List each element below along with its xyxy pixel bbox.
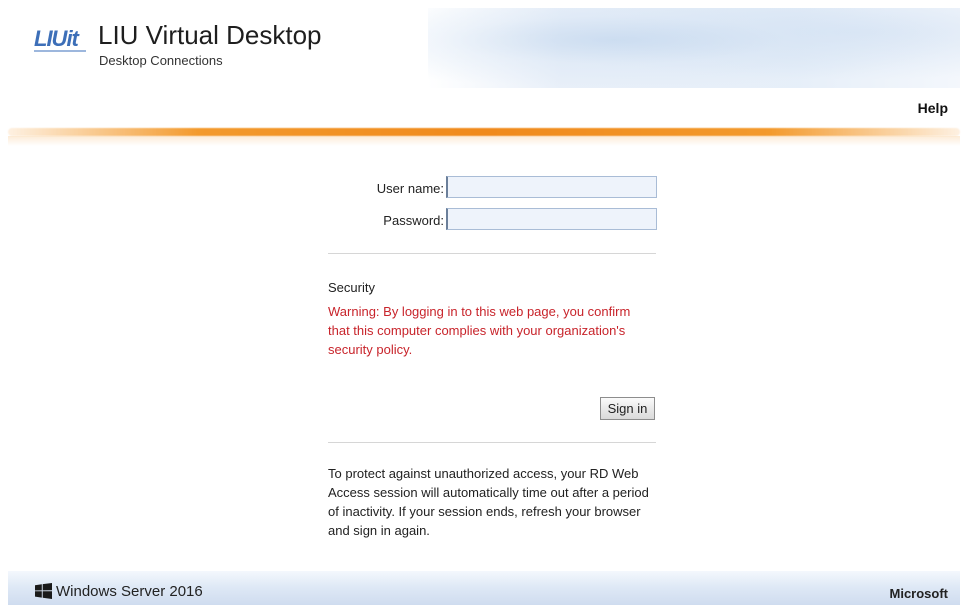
password-input[interactable] xyxy=(446,208,657,230)
vendor-name: Microsoft xyxy=(889,586,949,601)
page-title: LIU Virtual Desktop xyxy=(98,20,322,50)
sign-in-button[interactable]: Sign in xyxy=(600,397,655,420)
form-divider-bottom xyxy=(328,442,656,443)
username-label: User name: xyxy=(376,181,444,196)
timeout-info: To protect against unauthorized access, … xyxy=(328,466,649,538)
help-link[interactable]: Help xyxy=(918,100,948,116)
header: LIUit LIU Virtual Desktop Desktop Connec… xyxy=(8,8,960,134)
logo-underline xyxy=(34,50,86,52)
page-subtitle: Desktop Connections xyxy=(99,53,223,68)
logo-text: LIUit xyxy=(34,26,79,51)
footer: Windows Server 2016 Microsoft xyxy=(8,571,960,605)
username-input[interactable] xyxy=(446,176,657,198)
header-divider-glow xyxy=(8,136,960,146)
liuit-logo: LIUit xyxy=(34,26,88,52)
password-label: Password: xyxy=(383,213,444,228)
rd-web-access-page: LIUit LIU Virtual Desktop Desktop Connec… xyxy=(0,0,968,605)
password-row: Password: xyxy=(328,208,657,232)
header-background-image xyxy=(428,8,960,88)
security-heading: Security xyxy=(328,280,375,295)
product-name: Windows Server 2016 xyxy=(56,583,203,600)
username-row: User name: xyxy=(328,176,657,200)
security-warning: Warning: By logging in to this web page,… xyxy=(328,304,631,357)
form-divider-top xyxy=(328,253,656,254)
header-divider-bar xyxy=(8,128,960,136)
windows-logo-icon xyxy=(35,583,52,599)
